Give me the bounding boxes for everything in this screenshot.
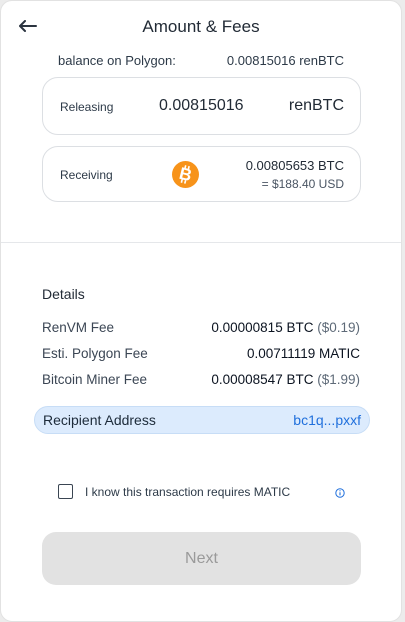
matic-agreement-checkbox[interactable] — [58, 484, 73, 499]
releasing-currency: renBTC — [288, 97, 344, 114]
fee-label: Esti. Polygon Fee — [42, 346, 148, 361]
releasing-amount: 0.00815016 — [159, 97, 244, 114]
receiving-amount: 0.00805653 BTC — [245, 158, 344, 173]
fee-amount: 0.00000815 BTC ($0.19) — [211, 320, 360, 335]
recipient-label: Recipient Address — [43, 412, 156, 428]
matic-agreement-label: I know this transaction requires MATIC — [85, 484, 291, 499]
receiving-label: Receiving — [60, 168, 113, 182]
releasing-label: Releasing — [60, 100, 114, 114]
fee-label: Bitcoin Miner Fee — [42, 372, 148, 387]
fee-label: RenVM Fee — [42, 320, 115, 335]
balance-label: balance on Polygon: — [58, 53, 176, 68]
fee-usd: ($0.19) — [317, 320, 360, 335]
info-icon[interactable] — [335, 488, 345, 498]
fee-value: 0.00711119 MATIC — [246, 346, 360, 361]
balance-value: 0.00815016 renBTC — [226, 53, 344, 68]
fee-row-bitcoin-miner: Bitcoin Miner Fee 0.00008547 BTC ($1.99) — [42, 372, 360, 387]
fee-row-renvm: RenVM Fee 0.00000815 BTC ($0.19) — [42, 320, 360, 335]
details-title: Details — [42, 286, 85, 302]
fee-amount: 0.00711119 MATIC — [247, 346, 360, 361]
receiving-box: Receiving B 0.00805653 BTC = $188.40 USD — [42, 146, 361, 202]
recipient-address-link[interactable]: bc1q...pxxf — [293, 412, 361, 428]
divider — [1, 242, 401, 243]
receiving-usd-value: = $188.40 USD — [261, 177, 344, 191]
releasing-box: Releasing 0.00815016 renBTC — [42, 77, 361, 135]
fee-row-polygon: Esti. Polygon Fee 0.00711119 MATIC — [42, 346, 360, 361]
matic-agreement: I know this transaction requires MATIC — [58, 484, 290, 499]
balance-row: balance on Polygon: 0.00815016 renBTC — [58, 53, 344, 68]
page-title: Amount & Fees — [142, 17, 260, 36]
bitcoin-icon: B — [172, 161, 199, 188]
fee-value: 0.00000815 BTC — [211, 320, 314, 335]
amount-fees-panel: Amount & Fees balance on Polygon: 0.0081… — [0, 0, 402, 622]
fee-usd: ($1.99) — [317, 372, 360, 387]
fee-value: 0.00008547 BTC — [211, 372, 314, 387]
next-button[interactable]: Next — [42, 532, 361, 585]
recipient-address-row: Recipient Address bc1q...pxxf — [34, 406, 370, 434]
fee-amount: 0.00008547 BTC ($1.99) — [211, 372, 360, 387]
